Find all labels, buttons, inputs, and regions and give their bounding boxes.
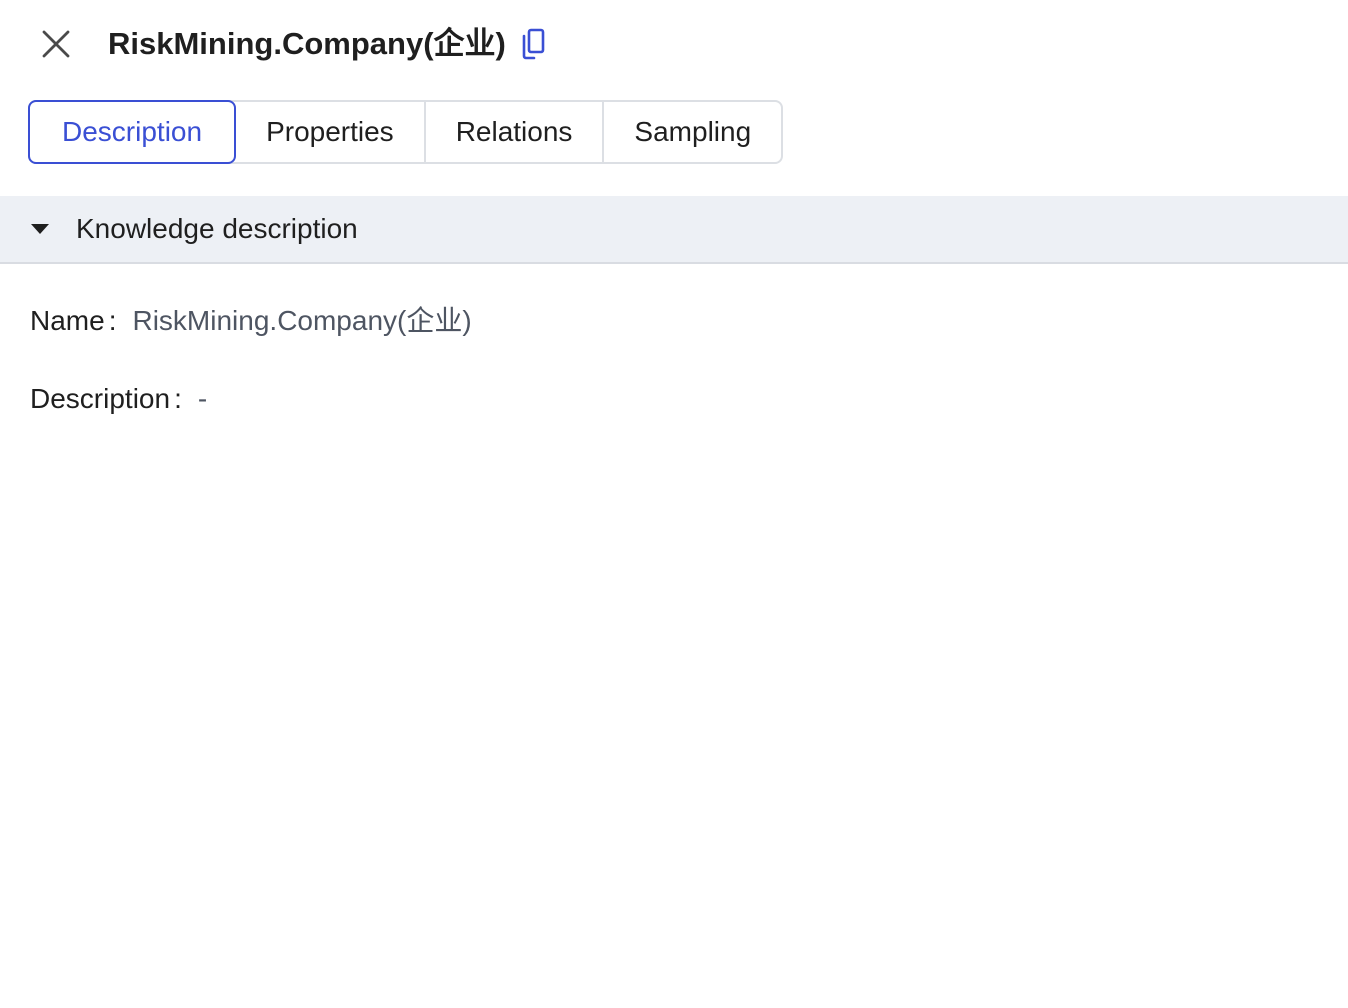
copy-button[interactable] — [518, 26, 548, 62]
detail-panel: RiskMining.Company(企业) Description Prope… — [0, 0, 1348, 1008]
field-label-description: Description — [30, 383, 171, 414]
tab-bar: Description Properties Relations Samplin… — [28, 100, 784, 164]
name-field: Name : RiskMining.Company(企业) — [30, 303, 472, 339]
page-title: RiskMining.Company(企业) — [108, 26, 506, 61]
copy-icon — [522, 28, 545, 60]
description-field: Description : - — [30, 381, 207, 417]
field-label-name: Name — [30, 305, 105, 336]
section-title: Knowledge description — [76, 213, 358, 244]
tab-relations[interactable]: Relations — [423, 102, 603, 162]
tab-description[interactable]: Description — [28, 100, 237, 164]
close-icon — [42, 30, 70, 58]
field-value-description: - — [197, 383, 208, 414]
close-button[interactable] — [34, 22, 78, 66]
field-colon: : — [108, 305, 117, 336]
tab-properties[interactable]: Properties — [236, 102, 424, 162]
panel-header: RiskMining.Company(企业) — [0, 0, 1348, 88]
title-row: RiskMining.Company(企业) — [108, 24, 548, 64]
knowledge-description-header[interactable]: Knowledge description — [0, 196, 1348, 264]
field-value-name: RiskMining.Company(企业) — [132, 305, 472, 336]
caret-down-icon — [30, 219, 50, 239]
field-colon: : — [174, 383, 182, 414]
tab-sampling[interactable]: Sampling — [602, 102, 781, 162]
